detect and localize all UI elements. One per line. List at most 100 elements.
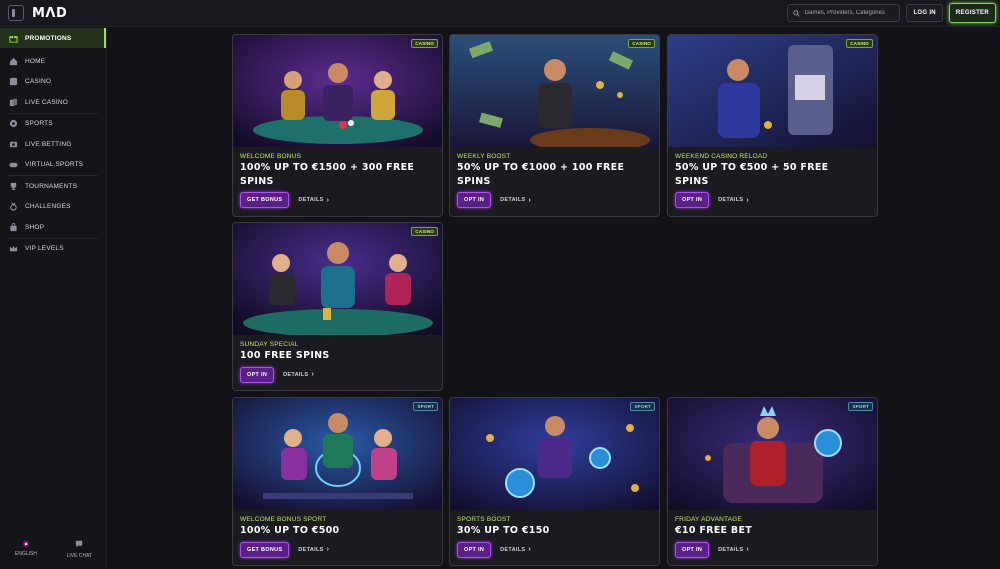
promo-subtitle: WELCOME BONUS bbox=[240, 153, 302, 160]
promo-title: 50% UP TO €1000 + 100 FREE SPINS bbox=[457, 162, 625, 187]
promo-image: SPORT bbox=[450, 398, 659, 510]
promo-title: 100 FREE SPINS bbox=[240, 350, 330, 361]
promo-image: CASINO bbox=[668, 35, 877, 147]
medal-icon bbox=[9, 202, 18, 211]
opt-in-button[interactable]: OPT IN bbox=[457, 541, 492, 558]
promo-card: SPORT WELCOME BONUS SPORT 100% UP TO €50… bbox=[232, 397, 443, 566]
sidebar-item-live-casino[interactable]: LIVE CASINO bbox=[0, 92, 106, 113]
chevron-right-icon: › bbox=[326, 196, 330, 204]
top-bar: MΛD LOG IN REGISTER bbox=[0, 0, 1000, 27]
bag-icon bbox=[9, 222, 18, 232]
promo-title: 100% UP TO €500 bbox=[240, 525, 340, 536]
live-chat-button[interactable]: LIVE CHAT bbox=[67, 540, 92, 559]
sidebar-item-home[interactable]: HOME bbox=[0, 51, 106, 72]
promo-image: SPORT bbox=[668, 398, 877, 510]
category-badge: CASINO bbox=[628, 39, 655, 48]
search-input[interactable] bbox=[804, 10, 900, 16]
details-link[interactable]: DETAILS › bbox=[718, 546, 749, 553]
sidebar-item-label: LIVE CASINO bbox=[25, 98, 69, 106]
opt-in-button[interactable]: OPT IN bbox=[675, 541, 710, 558]
promo-card: SPORT SPORTS BOOST 30% UP TO €150 OPT IN… bbox=[449, 397, 660, 566]
sidebar: PROMOTIONS HOME CASINO LIVE CASINO SPORT… bbox=[0, 28, 107, 569]
chevron-right-icon: › bbox=[326, 546, 330, 553]
live-icon bbox=[9, 140, 18, 149]
details-link[interactable]: DETAILS › bbox=[500, 546, 531, 553]
promo-image: CASINO bbox=[233, 35, 442, 147]
promo-title: 30% UP TO €150 bbox=[457, 525, 550, 536]
casino-icon bbox=[9, 77, 18, 86]
chevron-right-icon: › bbox=[746, 546, 750, 553]
promo-subtitle: WEEKLY BOOST bbox=[457, 153, 511, 160]
opt-in-button[interactable]: OPT IN bbox=[240, 366, 275, 383]
promo-subtitle: SPORTS BOOST bbox=[457, 516, 511, 523]
opt-in-button[interactable]: OPT IN bbox=[675, 192, 710, 208]
site-logo[interactable]: MΛD bbox=[32, 6, 67, 21]
category-badge: SPORT bbox=[630, 402, 655, 411]
promo-image: SPORT bbox=[233, 398, 442, 510]
sidebar-item-challenges[interactable]: CHALLENGES bbox=[0, 197, 106, 218]
get-bonus-button[interactable]: GET BONUS bbox=[240, 192, 290, 208]
sidebar-item-shop[interactable]: SHOP bbox=[0, 217, 106, 238]
sidebar-footer: ENGLISH LIVE CHAT bbox=[0, 540, 107, 559]
sidebar-item-vip-levels[interactable]: VIP LEVELS bbox=[0, 239, 106, 260]
uk-flag-icon bbox=[21, 540, 30, 548]
sidebar-item-label: TOURNAMENTS bbox=[25, 182, 78, 190]
sidebar-item-label: VIP LEVELS bbox=[25, 245, 64, 253]
promo-title: €10 FREE BET bbox=[675, 525, 753, 536]
sidebar-item-promotions[interactable]: PROMOTIONS bbox=[0, 28, 106, 48]
chevron-right-icon: › bbox=[528, 196, 532, 204]
sidebar-item-label: CASINO bbox=[25, 78, 52, 86]
get-bonus-button[interactable]: GET BONUS bbox=[240, 541, 290, 558]
register-button[interactable]: REGISTER bbox=[948, 3, 996, 23]
language-label: ENGLISH bbox=[14, 551, 37, 557]
category-badge: SPORT bbox=[413, 402, 438, 411]
details-link[interactable]: DETAILS › bbox=[283, 371, 314, 378]
chevron-right-icon: › bbox=[746, 196, 750, 204]
sidebar-item-tournaments[interactable]: TOURNAMENTS bbox=[0, 176, 106, 197]
category-badge: CASINO bbox=[846, 39, 873, 48]
sidebar-item-label: VIRTUAL SPORTS bbox=[25, 161, 84, 169]
ball-icon bbox=[9, 119, 18, 128]
sidebar-item-label: SHOP bbox=[25, 223, 45, 231]
chevron-right-icon: › bbox=[311, 371, 315, 378]
search-box[interactable] bbox=[787, 4, 901, 22]
chevron-right-icon: › bbox=[528, 546, 532, 553]
gift-icon bbox=[9, 34, 18, 43]
gamepad-icon bbox=[9, 160, 18, 169]
sidebar-item-label: SPORTS bbox=[25, 120, 53, 128]
sidebar-item-label: CHALLENGES bbox=[25, 203, 71, 211]
login-button[interactable]: LOG IN bbox=[906, 4, 943, 22]
opt-in-button[interactable]: OPT IN bbox=[457, 192, 492, 208]
sidebar-toggle-icon[interactable] bbox=[8, 5, 24, 21]
promo-subtitle: SUNDAY SPECIAL bbox=[240, 341, 299, 348]
promo-image: CASINO bbox=[450, 35, 659, 147]
sidebar-item-casino[interactable]: CASINO bbox=[0, 72, 106, 93]
trophy-icon bbox=[9, 182, 18, 191]
home-icon bbox=[9, 57, 18, 66]
details-link[interactable]: DETAILS › bbox=[298, 197, 329, 204]
category-badge: CASINO bbox=[411, 227, 438, 236]
promo-subtitle: WELCOME BONUS SPORT bbox=[240, 516, 327, 523]
chat-icon bbox=[75, 540, 83, 550]
search-icon bbox=[793, 9, 801, 17]
sidebar-item-label: LIVE BETTING bbox=[25, 140, 72, 148]
sidebar-item-label: PROMOTIONS bbox=[25, 34, 72, 42]
crown-icon bbox=[9, 244, 18, 253]
promo-card: CASINO WEEKEND CASINO RELOAD 50% UP TO €… bbox=[667, 34, 878, 217]
promo-title: 50% UP TO €500 + 50 FREE SPINS bbox=[675, 162, 829, 187]
live-chat-label: LIVE CHAT bbox=[66, 553, 93, 559]
details-link[interactable]: DETAILS › bbox=[500, 197, 531, 204]
language-selector[interactable]: ENGLISH bbox=[15, 540, 37, 559]
header-actions: LOG IN REGISTER bbox=[787, 3, 996, 23]
details-link[interactable]: DETAILS › bbox=[298, 546, 329, 553]
promo-card: SPORT FRIDAY ADVANTAGE €10 FREE BET OPT … bbox=[667, 397, 878, 566]
sidebar-item-live-betting[interactable]: LIVE BETTING bbox=[0, 134, 106, 155]
category-badge: SPORT bbox=[848, 402, 873, 411]
promo-image: CASINO bbox=[233, 223, 442, 335]
promo-title: 100% UP TO €1500 + 300 FREE SPINS bbox=[240, 162, 415, 187]
sidebar-item-label: HOME bbox=[25, 57, 46, 65]
sidebar-item-virtual-sports[interactable]: VIRTUAL SPORTS bbox=[0, 155, 106, 176]
details-link[interactable]: DETAILS › bbox=[718, 197, 749, 204]
sidebar-item-sports[interactable]: SPORTS bbox=[0, 114, 106, 135]
promo-card: CASINO WEEKLY BOOST 50% UP TO €1000 + 10… bbox=[449, 34, 660, 217]
